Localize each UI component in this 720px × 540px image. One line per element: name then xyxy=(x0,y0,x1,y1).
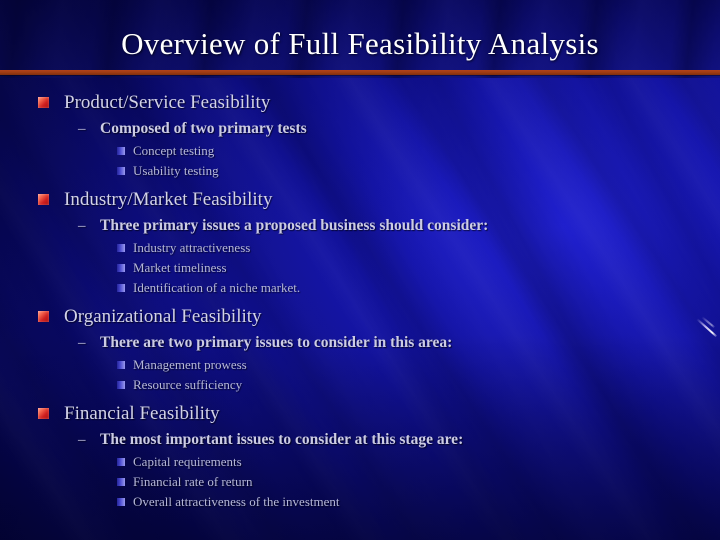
dash-bullet-icon: – xyxy=(78,432,86,448)
bullet-level3: Market timeliness xyxy=(0,259,720,278)
bullet-level3-label: Concept testing xyxy=(133,143,215,158)
bullet-level1: Organizational Feasibility xyxy=(0,304,720,330)
bullet-level3: Management prowess xyxy=(0,356,720,375)
bullet-level1: Industry/Market Feasibility xyxy=(0,187,720,213)
square-bullet-icon xyxy=(38,194,49,205)
bullet-level1-label: Industry/Market Feasibility xyxy=(64,189,273,210)
slide-title: Overview of Full Feasibility Analysis xyxy=(121,26,599,61)
bullet-level2-label: Three primary issues a proposed business… xyxy=(100,217,489,234)
bullet-level2: – The most important issues to consider … xyxy=(0,429,720,452)
bullet-level3-label: Capital requirements xyxy=(133,454,242,469)
small-square-bullet-icon xyxy=(117,264,125,272)
bullet-group: Organizational Feasibility – There are t… xyxy=(0,304,720,395)
bullet-level1-label: Product/Service Feasibility xyxy=(64,92,271,113)
bullet-level3: Industry attractiveness xyxy=(0,239,720,258)
bullet-group: Product/Service Feasibility – Composed o… xyxy=(0,90,720,181)
slide-body: Product/Service Feasibility – Composed o… xyxy=(0,88,720,518)
dash-bullet-icon: – xyxy=(78,218,86,234)
bullet-level3-label: Usability testing xyxy=(133,163,219,178)
bullet-level3: Capital requirements xyxy=(0,453,720,472)
bullet-level2-label: Composed of two primary tests xyxy=(100,120,307,137)
small-square-bullet-icon xyxy=(117,458,125,466)
small-square-bullet-icon xyxy=(117,167,125,175)
bullet-level3-label: Resource sufficiency xyxy=(133,377,243,392)
bullet-level1-label: Organizational Feasibility xyxy=(64,306,262,327)
bullet-level3-label: Management prowess xyxy=(133,357,247,372)
small-square-bullet-icon xyxy=(117,147,125,155)
small-square-bullet-icon xyxy=(117,284,125,292)
bullet-level3-label: Industry attractiveness xyxy=(133,240,251,255)
bullet-level1: Product/Service Feasibility xyxy=(0,90,720,116)
title-divider-rule xyxy=(0,70,720,75)
bullet-level3-label: Identification of a niche market. xyxy=(133,280,301,295)
bullet-level3: Concept testing xyxy=(0,142,720,161)
small-square-bullet-icon xyxy=(117,478,125,486)
bullet-level3-label: Financial rate of return xyxy=(133,474,253,489)
bullet-group: Financial Feasibility – The most importa… xyxy=(0,401,720,512)
bullet-level3: Identification of a niche market. xyxy=(0,279,720,298)
bullet-level1: Financial Feasibility xyxy=(0,401,720,427)
bullet-level2: – Composed of two primary tests xyxy=(0,118,720,141)
small-square-bullet-icon xyxy=(117,381,125,389)
bullet-level3: Usability testing xyxy=(0,162,720,181)
square-bullet-icon xyxy=(38,408,49,419)
bullet-level3: Financial rate of return xyxy=(0,473,720,492)
bullet-level3: Overall attractiveness of the investment xyxy=(0,493,720,512)
bullet-level3: Resource sufficiency xyxy=(0,376,720,395)
bullet-level2-label: The most important issues to consider at… xyxy=(100,431,464,448)
small-square-bullet-icon xyxy=(117,244,125,252)
dash-bullet-icon: – xyxy=(78,335,86,351)
bullet-level1-label: Financial Feasibility xyxy=(64,403,220,424)
bullet-level2-label: There are two primary issues to consider… xyxy=(100,334,453,351)
bullet-level2: – There are two primary issues to consid… xyxy=(0,332,720,355)
bullet-level2: – Three primary issues a proposed busine… xyxy=(0,215,720,238)
bullet-group: Industry/Market Feasibility – Three prim… xyxy=(0,187,720,298)
slide-canvas: Overview of Full Feasibility Analysis Pr… xyxy=(0,0,720,540)
square-bullet-icon xyxy=(38,311,49,322)
dash-bullet-icon: – xyxy=(78,121,86,137)
square-bullet-icon xyxy=(38,97,49,108)
small-square-bullet-icon xyxy=(117,498,125,506)
bullet-level3-label: Market timeliness xyxy=(133,260,227,275)
small-square-bullet-icon xyxy=(117,361,125,369)
bullet-level3-label: Overall attractiveness of the investment xyxy=(133,494,340,509)
